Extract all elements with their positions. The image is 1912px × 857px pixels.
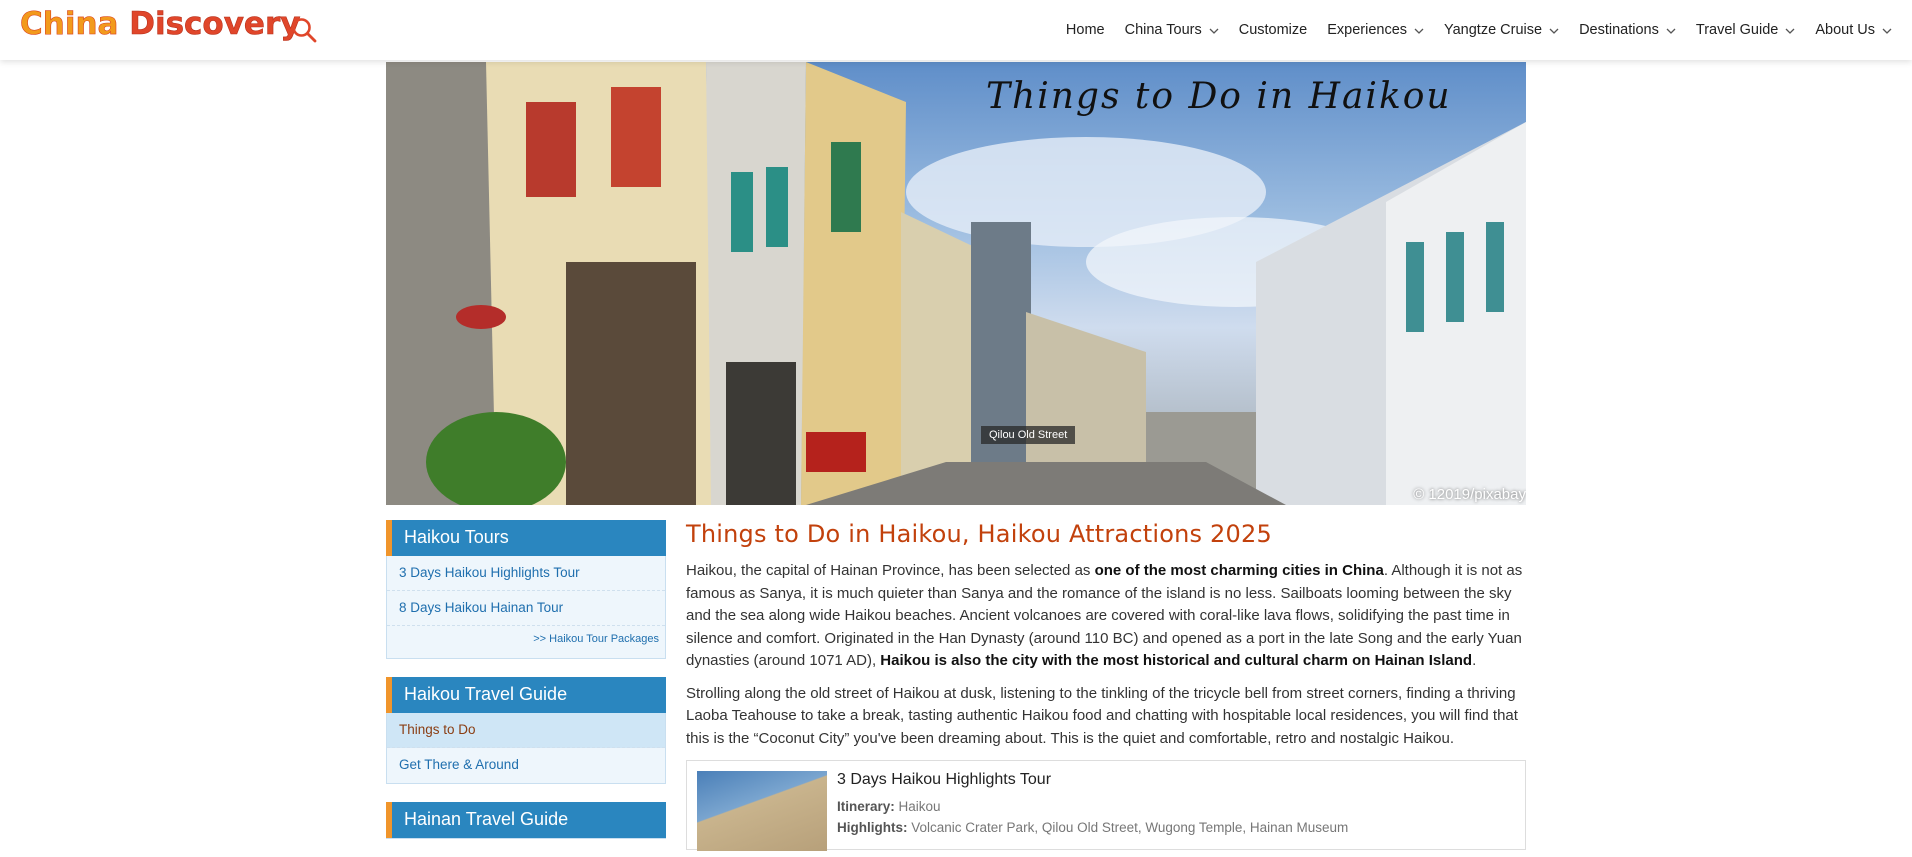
nav-about-us[interactable]: About Us <box>1815 22 1892 38</box>
nav-experiences[interactable]: Experiences <box>1327 22 1424 38</box>
sidebar-link-things-to-do[interactable]: Things to Do <box>387 713 665 748</box>
chevron-down-icon <box>1414 28 1424 34</box>
hero-title: Things to Do in Haikou <box>986 76 1452 117</box>
chevron-down-icon <box>1549 28 1559 34</box>
sidebar-link-get-there[interactable]: Get There & Around <box>387 748 665 783</box>
street-scene-illustration <box>386 62 1526 505</box>
nav-destinations[interactable]: Destinations <box>1579 22 1676 38</box>
box-title: Haikou Tours <box>386 520 666 556</box>
chevron-down-icon <box>1785 28 1795 34</box>
nav-travel-guide[interactable]: Travel Guide <box>1696 22 1795 38</box>
tour-card[interactable]: 3 Days Haikou Highlights Tour Itinerary:… <box>686 760 1526 851</box>
intro-paragraph: Haikou, the capital of Hainan Province, … <box>686 562 1523 669</box>
chevron-down-icon <box>1882 28 1892 34</box>
page-title: Things to Do in Haikou, Haikou Attractio… <box>686 520 1272 548</box>
haikou-guide-box: Haikou Travel Guide Things to Do Get The… <box>386 677 666 784</box>
tour-name[interactable]: 3 Days Haikou Highlights Tour <box>837 771 1051 789</box>
box-title: Hainan Travel Guide <box>386 802 666 838</box>
sidebar-link-3-days-tour[interactable]: 3 Days Haikou Highlights Tour <box>387 556 665 591</box>
site-logo[interactable]: China Discovery <box>20 6 301 43</box>
haikou-tours-box: Haikou Tours 3 Days Haikou Highlights To… <box>386 520 666 659</box>
tour-itinerary: Itinerary: Haikou <box>837 799 941 814</box>
second-paragraph: Strolling along the old street of Haikou… <box>686 684 1518 747</box>
image-caption: Qilou Old Street <box>981 426 1076 444</box>
chevron-down-icon <box>1209 28 1219 34</box>
tour-packages-link[interactable]: >> Haikou Tour Packages <box>387 626 665 658</box>
main-nav: Home China Tours Customize Experiences Y… <box>1046 0 1892 60</box>
chevron-down-icon <box>1666 28 1676 34</box>
box-title: Haikou Travel Guide <box>386 677 666 713</box>
sidebar-link-8-days-tour[interactable]: 8 Days Haikou Hainan Tour <box>387 591 665 626</box>
tour-thumbnail[interactable] <box>697 771 827 851</box>
nav-customize[interactable]: Customize <box>1239 22 1308 38</box>
nav-home[interactable]: Home <box>1066 22 1105 38</box>
main-content: Things to Do in Haikou, Haikou Attractio… <box>686 520 1526 851</box>
tour-highlights: Highlights: Volcanic Crater Park, Qilou … <box>837 820 1349 835</box>
nav-china-tours[interactable]: China Tours <box>1125 22 1219 38</box>
hainan-guide-box: Hainan Travel Guide <box>386 802 666 839</box>
image-credit: © 12019/pixabay <box>1413 486 1526 503</box>
hero-image: Things to Do in Haikou Qilou Old Street … <box>386 62 1526 505</box>
site-header: China Discovery Home China Tours Customi… <box>0 0 1912 60</box>
sidebar: Haikou Tours 3 Days Haikou Highlights To… <box>386 520 666 857</box>
search-icon[interactable] <box>290 16 318 44</box>
nav-yangtze-cruise[interactable]: Yangtze Cruise <box>1444 22 1559 38</box>
